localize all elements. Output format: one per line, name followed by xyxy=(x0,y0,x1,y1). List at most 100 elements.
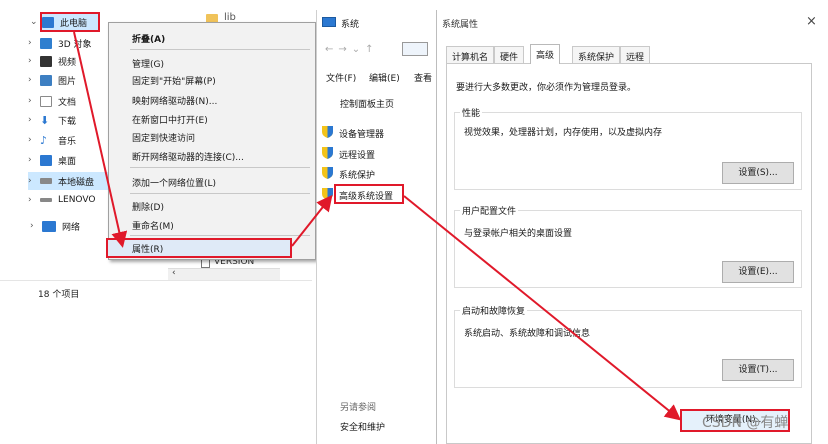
admin-note: 要进行大多数更改，你必须作为管理员登录。 xyxy=(456,83,637,93)
music-note-icon: ♪ xyxy=(40,133,48,147)
tab-hardware[interactable]: 硬件 xyxy=(494,46,525,63)
chevron-right-icon[interactable]: › xyxy=(28,115,38,125)
menu-separator xyxy=(130,167,310,168)
tree-item-documents[interactable]: › 文档 xyxy=(28,92,76,110)
menu-item-rename[interactable]: 重命名(M) xyxy=(132,219,174,232)
menu-view[interactable]: 查看 xyxy=(414,71,432,84)
chevron-right-icon[interactable]: › xyxy=(30,221,40,231)
tree-item-lenovo[interactable]: › LENOVO xyxy=(28,191,95,209)
hard-drive-icon xyxy=(40,178,52,184)
tree-item-label: 本地磁盘 xyxy=(58,177,95,188)
chevron-right-icon[interactable]: › xyxy=(28,195,38,205)
menu-edit[interactable]: 编辑(E) xyxy=(369,71,400,84)
divider xyxy=(0,280,312,281)
tree-item-label: LENOVO xyxy=(58,195,96,205)
chevron-right-icon[interactable]: › xyxy=(28,75,38,85)
chevron-right-icon[interactable]: › xyxy=(28,135,38,145)
tree-item-label: 文档 xyxy=(58,97,77,108)
chevron-right-icon[interactable]: › xyxy=(28,176,38,186)
shield-icon xyxy=(322,147,333,159)
startup-recovery-group-title: 启动和故障恢复 xyxy=(460,304,528,317)
tree-item-3d-objects[interactable]: › 3D 对象 xyxy=(28,34,92,52)
user-profiles-settings-button[interactable]: 设置(E)... xyxy=(722,261,794,283)
menu-item-properties[interactable]: 属性(R) xyxy=(132,242,163,255)
menu-separator xyxy=(130,49,310,50)
tree-item-label: 此电脑 xyxy=(60,18,88,29)
tree-item-label: 视频 xyxy=(58,57,77,68)
performance-group-desc: 视觉效果，处理器计划，内存使用，以及虚拟内存 xyxy=(464,128,663,138)
tree-item-downloads[interactable]: › ⬇ 下载 xyxy=(28,111,76,129)
tree-item-label: 下载 xyxy=(58,116,77,127)
menu-item-map-drive[interactable]: 映射网络驱动器(N)... xyxy=(132,94,217,107)
tree-item-local-disk[interactable]: › 本地磁盘 xyxy=(28,172,94,190)
nav-back-forward-icon[interactable]: ←→⌄↑ xyxy=(325,44,379,55)
tree-item-label: 音乐 xyxy=(58,136,77,147)
file-checkbox[interactable] xyxy=(201,259,210,268)
chevron-down-icon[interactable]: ⌄ xyxy=(30,17,40,27)
watermark: CSDN @有蝉 xyxy=(702,415,789,431)
tab-remote[interactable]: 远程 xyxy=(620,46,651,63)
cube-3d-icon xyxy=(40,37,52,49)
device-manager-link[interactable]: 设备管理器 xyxy=(339,127,384,140)
chevron-right-icon[interactable]: › xyxy=(28,155,38,165)
menu-item-open-new-window[interactable]: 在新窗口中打开(E) xyxy=(132,113,208,126)
tree-item-label: 桌面 xyxy=(58,156,77,167)
tab-advanced[interactable]: 高级 xyxy=(530,44,561,64)
dialog-title: 系统属性 xyxy=(442,20,479,30)
tree-item-pictures[interactable]: › 图片 xyxy=(28,71,76,89)
desktop-icon xyxy=(40,154,52,166)
control-panel-home-link[interactable]: 控制面板主页 xyxy=(340,97,394,110)
menu-item-delete[interactable]: 删除(D) xyxy=(132,200,164,213)
scroll-left-icon[interactable]: ‹ xyxy=(172,268,176,278)
menu-item-disconnect-drive[interactable]: 断开网络驱动器的连接(C)... xyxy=(132,150,244,163)
tree-item-label: 图片 xyxy=(58,76,77,87)
drive-icon xyxy=(40,198,52,202)
performance-settings-button[interactable]: 设置(S)... xyxy=(722,162,794,184)
menu-file[interactable]: 文件(F) xyxy=(326,71,356,84)
chevron-right-icon[interactable]: › xyxy=(28,96,38,106)
menu-separator xyxy=(130,193,310,194)
tab-computer-name[interactable]: 计算机名 xyxy=(446,46,495,63)
tree-item-label: 网络 xyxy=(62,222,81,233)
download-arrow-icon: ⬇ xyxy=(40,113,50,127)
startup-recovery-settings-button[interactable]: 设置(T)... xyxy=(722,359,794,381)
tree-item-videos[interactable]: › 视频 xyxy=(28,52,76,70)
network-icon xyxy=(42,220,56,232)
system-monitor-icon xyxy=(322,17,336,27)
system-protection-link[interactable]: 系统保护 xyxy=(339,168,375,181)
tab-system-protection[interactable]: 系统保护 xyxy=(572,46,621,63)
document-icon xyxy=(40,95,52,107)
film-icon xyxy=(40,55,52,67)
tree-item-music[interactable]: › ♪ 音乐 xyxy=(28,131,76,149)
shield-icon xyxy=(322,167,333,179)
user-profiles-group-title: 用户配置文件 xyxy=(460,204,519,217)
item-count-status: 18 个项目 xyxy=(38,290,80,300)
close-icon[interactable]: × xyxy=(806,14,817,29)
security-maintenance-link[interactable]: 安全和维护 xyxy=(340,420,385,433)
tree-item-this-pc[interactable]: ⌄ 此电脑 xyxy=(30,13,87,31)
see-also-heading: 另请参阅 xyxy=(340,403,377,413)
system-window-title: 系统 xyxy=(341,20,360,30)
menu-item-manage[interactable]: 管理(G) xyxy=(132,57,164,70)
chevron-right-icon[interactable]: › xyxy=(28,38,38,48)
picture-icon xyxy=(40,74,52,86)
remote-settings-link[interactable]: 远程设置 xyxy=(339,148,375,161)
monitor-icon xyxy=(42,16,54,28)
tree-item-desktop[interactable]: › 桌面 xyxy=(28,151,76,169)
chevron-right-icon[interactable]: › xyxy=(28,56,38,66)
startup-recovery-group-desc: 系统启动、系统故障和调试信息 xyxy=(464,329,591,339)
advanced-system-settings-link[interactable]: 高级系统设置 xyxy=(339,189,393,202)
menu-separator xyxy=(130,235,310,236)
menu-item-pin-start[interactable]: 固定到"开始"屏幕(P) xyxy=(132,74,216,87)
menu-item-collapse[interactable]: 折叠(A) xyxy=(132,32,165,45)
shield-icon xyxy=(322,126,333,138)
user-profiles-group-desc: 与登录帐户相关的桌面设置 xyxy=(464,229,573,239)
performance-group-title: 性能 xyxy=(460,106,483,119)
menu-item-pin-quick-access[interactable]: 固定到快速访问 xyxy=(132,131,195,144)
tree-item-network[interactable]: › 网络 xyxy=(30,217,80,235)
tree-item-label: 3D 对象 xyxy=(58,39,92,50)
horizontal-scrollbar[interactable] xyxy=(168,268,280,280)
address-bar[interactable] xyxy=(402,42,428,56)
menu-item-add-network-location[interactable]: 添加一个网络位置(L) xyxy=(132,176,216,189)
shield-icon xyxy=(322,188,333,200)
